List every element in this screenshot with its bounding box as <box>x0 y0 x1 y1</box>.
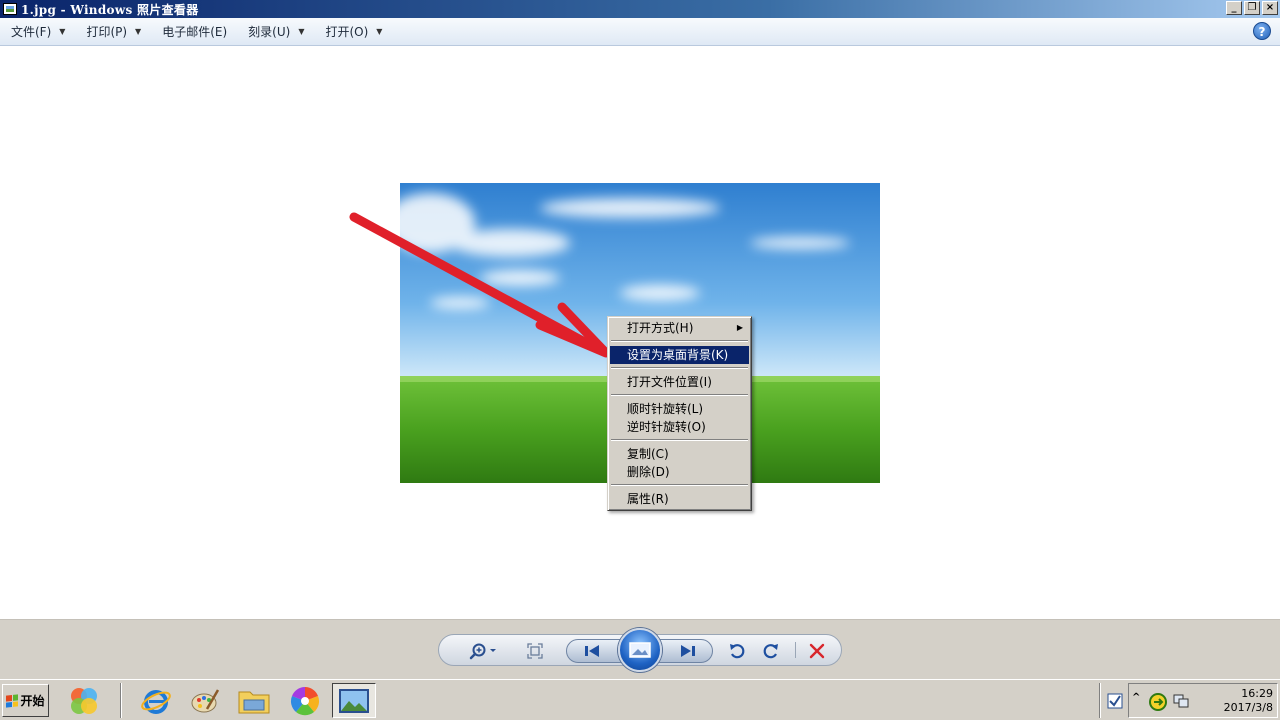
ctx-separator <box>611 484 748 486</box>
chevron-up-icon[interactable]: ^ <box>1132 692 1140 703</box>
context-menu: 打开方式(H) ▶ 设置为桌面背景(K) 打开文件位置(I) 顺时针旋转(L) … <box>607 316 752 511</box>
chevron-down-icon: ▼ <box>376 27 383 36</box>
clock-time: 16:29 <box>1241 687 1273 700</box>
ctx-separator <box>611 340 748 342</box>
ctx-separator <box>611 439 748 441</box>
menu-print[interactable]: 打印(P) ▼ <box>75 21 151 43</box>
windows-flag-icon <box>6 693 19 708</box>
ctx-set-desktop-background-label: 设置为桌面背景(K) <box>627 348 729 362</box>
chevron-down-icon: ▼ <box>135 27 142 36</box>
taskbar-internet-explorer[interactable] <box>134 683 178 718</box>
taskbar: 开始 ^ 16:29 2017/3/8 <box>0 679 1280 720</box>
help-button[interactable]: ? <box>1253 22 1271 40</box>
taskbar-photo-viewer[interactable] <box>332 683 376 718</box>
controls-divider <box>795 642 796 658</box>
annotation-arrow-icon <box>349 212 611 358</box>
system-tray: ^ 16:29 2017/3/8 <box>1128 683 1278 718</box>
ctx-separator <box>611 367 748 369</box>
pinwheel-icon <box>290 686 320 715</box>
menu-open-label: 打开(O) <box>325 25 369 39</box>
menu-bar: 文件(F) ▼ 打印(P) ▼ 电子邮件(E) 刻录(U) ▼ 打开(O) ▼ … <box>0 18 1280 46</box>
chevron-down-icon: ▼ <box>298 27 305 36</box>
previous-button[interactable] <box>578 641 606 661</box>
fit-window-button[interactable] <box>524 640 546 662</box>
taskbar-paint[interactable] <box>183 683 227 718</box>
ctx-rotate-clockwise-label: 顺时针旋转(L) <box>627 402 704 416</box>
rotate-clockwise-button[interactable] <box>760 640 782 662</box>
restore-icon: ❐ <box>1247 2 1257 13</box>
checkbox-icon <box>1107 693 1123 708</box>
rotate-counterclockwise-icon <box>730 644 745 659</box>
restore-button[interactable]: ❐ <box>1244 1 1260 15</box>
close-icon: × <box>1265 2 1275 13</box>
menu-file-label: 文件(F) <box>11 25 52 39</box>
chevron-down-icon: ▼ <box>59 27 66 36</box>
title-bar: 1.jpg - Windows 照片查看器 _ ❐ × <box>0 0 1280 18</box>
start-label: 开始 <box>20 694 45 708</box>
ctx-properties-label: 属性(R) <box>627 492 669 506</box>
menu-email-label: 电子邮件(E) <box>162 25 228 39</box>
ctx-copy[interactable]: 复制(C) <box>610 445 749 463</box>
ctx-open-file-location[interactable]: 打开文件位置(I) <box>610 373 749 391</box>
ctx-set-desktop-background[interactable]: 设置为桌面背景(K) <box>610 346 749 364</box>
menu-email[interactable]: 电子邮件(E) <box>151 21 237 43</box>
paint-palette-icon <box>191 688 220 712</box>
slideshow-button[interactable] <box>618 628 662 672</box>
fit-window-icon <box>527 643 543 659</box>
app-icon <box>3 3 17 15</box>
ctx-rotate-counterclockwise[interactable]: 逆时针旋转(O) <box>610 418 749 436</box>
menu-open[interactable]: 打开(O) ▼ <box>314 21 392 43</box>
previous-icon <box>585 645 599 657</box>
colorful-app-icon <box>71 687 97 714</box>
taskbar-show-desktop[interactable] <box>1102 683 1128 718</box>
folder-icon <box>238 691 270 713</box>
monitor-icon[interactable] <box>1173 693 1189 709</box>
minimize-icon: _ <box>1231 2 1237 13</box>
next-button[interactable] <box>674 641 702 661</box>
taskbar-separator <box>1099 683 1101 718</box>
menu-burn[interactable]: 刻录(U) ▼ <box>237 21 314 43</box>
ctx-open-with-label: 打开方式(H) <box>627 321 694 335</box>
network-status-icon[interactable] <box>1149 693 1167 711</box>
menu-print-label: 打印(P) <box>86 25 128 39</box>
delete-icon <box>809 643 825 659</box>
next-icon <box>681 645 695 657</box>
ctx-open-with[interactable]: 打开方式(H) ▶ <box>610 319 749 337</box>
taskbar-separator <box>120 683 122 718</box>
menu-burn-label: 刻录(U) <box>248 25 291 39</box>
slideshow-icon <box>629 642 651 658</box>
ctx-copy-label: 复制(C) <box>627 447 669 461</box>
window-controls: _ ❐ × <box>1226 1 1278 15</box>
help-icon: ? <box>1258 25 1266 39</box>
minimize-button[interactable]: _ <box>1226 1 1242 15</box>
ctx-properties[interactable]: 属性(R) <box>610 490 749 508</box>
start-button[interactable]: 开始 <box>2 684 49 717</box>
zoom-icon <box>469 643 496 660</box>
ctx-separator <box>611 394 748 396</box>
ctx-rotate-counterclockwise-label: 逆时针旋转(O) <box>627 420 706 434</box>
window-title: 1.jpg - Windows 照片查看器 <box>21 2 199 17</box>
ctx-open-file-location-label: 打开文件位置(I) <box>627 375 712 389</box>
ctx-delete[interactable]: 删除(D) <box>610 463 749 481</box>
internet-explorer-icon <box>141 689 171 714</box>
delete-button[interactable] <box>806 640 828 662</box>
close-button[interactable]: × <box>1262 1 1278 15</box>
taskbar-photo-gallery[interactable] <box>283 683 327 718</box>
taskbar-app-colorful[interactable] <box>62 683 106 718</box>
ctx-delete-label: 删除(D) <box>627 465 670 479</box>
menu-file[interactable]: 文件(F) ▼ <box>0 21 75 43</box>
zoom-button[interactable] <box>466 640 500 662</box>
rotate-counterclockwise-button[interactable] <box>726 640 748 662</box>
taskbar-file-explorer[interactable] <box>232 683 276 718</box>
ctx-rotate-clockwise[interactable]: 顺时针旋转(L) <box>610 400 749 418</box>
rotate-clockwise-icon <box>763 644 778 659</box>
clock-date: 2017/3/8 <box>1223 701 1273 714</box>
chevron-right-icon: ▶ <box>736 323 743 332</box>
viewer-controls-bar <box>0 619 1280 679</box>
photo-viewer-icon <box>339 688 369 713</box>
